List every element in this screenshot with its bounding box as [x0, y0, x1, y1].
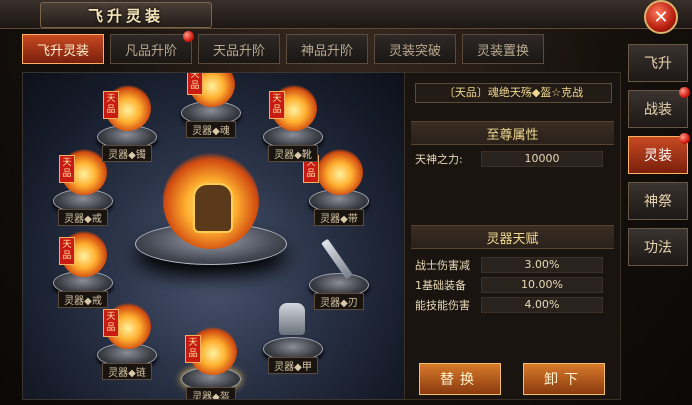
attr-value: 3.00%	[481, 257, 603, 273]
side-menu-gongfa[interactable]: 功法	[628, 228, 688, 266]
talent-row: 战士伤害减 3.00%	[415, 257, 613, 273]
side-menu-shenji[interactable]: 神祭	[628, 182, 688, 220]
slot-belt[interactable]: 灵器◆带 天品	[303, 149, 369, 226]
notification-dot-icon	[679, 87, 690, 98]
tianpin-tag: 天品	[103, 309, 119, 337]
slot-blade[interactable]: 灵器◆刃	[309, 238, 369, 310]
slot-label: 灵器◆甲	[268, 357, 318, 374]
attr-value: 4.00%	[481, 297, 603, 313]
supreme-attribute-row: 天神之力: 10000	[415, 151, 613, 167]
tianpin-tag: 天品	[59, 237, 75, 265]
tab-shenpin-upgrade[interactable]: 神品升阶	[286, 34, 368, 64]
central-helmet-item[interactable]	[163, 153, 259, 249]
attr-key: 1基础装备	[415, 279, 466, 292]
tianpin-tag: 天品	[103, 91, 119, 119]
talent-header: 灵器天赋	[411, 225, 614, 249]
slot-label: 灵器◆刃	[314, 293, 364, 310]
tianpin-tag: 天品	[269, 91, 285, 119]
attr-value: 10.00%	[481, 277, 603, 293]
slot-label: 灵器◆链	[102, 363, 152, 380]
tab-lingzhuang-breakthrough[interactable]: 灵装突破	[374, 34, 456, 64]
slot-label: 灵器◆戒	[58, 291, 108, 308]
tianpin-tag: 天品	[187, 73, 203, 95]
side-menu-zhanzhuang[interactable]: 战装	[628, 87, 690, 128]
side-menu: 飞升 战装 灵装 神祭 功法	[628, 44, 690, 405]
tianpin-tag: 天品	[59, 155, 75, 183]
item-detail-panel: 〔天品〕魂绝天殇◆盔☆克战 至尊属性 天神之力: 10000 灵器天赋 战士伤害…	[404, 72, 621, 400]
item-name: 〔天品〕魂绝天殇◆盔☆克战	[415, 83, 612, 103]
title-bar: 飞升灵装 ✕	[0, 0, 692, 34]
notification-dot-icon	[679, 133, 690, 144]
tab-lingzhuang-replace[interactable]: 灵装置换	[462, 34, 544, 64]
tab-feisheng-lingzhuang[interactable]: 飞升灵装	[22, 34, 104, 64]
window-title: 飞升灵装	[87, 6, 164, 25]
notification-dot-icon	[183, 31, 194, 42]
upgrade-tabs: 飞升灵装 凡品升阶 天品升阶 神品升阶 灵装突破 灵装置换	[22, 31, 544, 64]
tab-fanpin-upgrade[interactable]: 凡品升阶	[110, 31, 194, 64]
supreme-attributes-header: 至尊属性	[411, 121, 614, 145]
slot-label: 灵器◆魂	[186, 121, 236, 138]
slot-ring-upper[interactable]: 灵器◆戒 天品	[53, 149, 113, 226]
unequip-button[interactable]: 卸下	[523, 363, 605, 395]
slot-armor[interactable]: 灵器◆甲	[263, 303, 323, 374]
close-icon[interactable]: ✕	[644, 0, 678, 34]
equipment-scene: 灵器◆镯 天品 灵器◆魂 天品 灵器◆靴 天品 灵器◆戒 天品 灵器◆带 天品 …	[22, 72, 406, 400]
talent-row: 1基础装备 10.00%	[415, 277, 613, 293]
replace-button[interactable]: 替换	[419, 363, 501, 395]
talent-row: 能技能伤害 4.00%	[415, 297, 613, 313]
attr-key: 天神之力:	[415, 153, 463, 166]
side-menu-lingzhuang[interactable]: 灵装	[628, 133, 690, 174]
slot-label: 灵器◆靴	[268, 145, 318, 162]
slot-label: 灵器◆戒	[58, 209, 108, 226]
tab-tianpin-upgrade[interactable]: 天品升阶	[198, 34, 280, 64]
attr-key: 能技能伤害	[415, 299, 470, 312]
game-window: 飞升灵装 ✕ 飞升灵装 凡品升阶 天品升阶 神品升阶 灵装突破 灵装置换 灵器◆…	[0, 0, 692, 405]
slot-soul[interactable]: 灵器◆魂 天品	[181, 73, 241, 138]
slot-helmet[interactable]: 灵器◆盔 天品	[181, 327, 241, 399]
slot-boots[interactable]: 灵器◆靴 天品	[263, 85, 323, 162]
slot-chain[interactable]: 灵器◆链 天品	[97, 303, 157, 380]
tianpin-tag: 天品	[185, 335, 201, 363]
side-menu-feisheng[interactable]: 飞升	[628, 44, 688, 82]
window-title-plate: 飞升灵装	[40, 2, 212, 28]
attr-key: 战士伤害减	[415, 259, 470, 272]
slot-label: 灵器◆盔	[186, 387, 236, 399]
slot-label: 灵器◆镯	[102, 145, 152, 162]
armor-icon	[279, 303, 305, 335]
attr-value: 10000	[481, 151, 603, 167]
slot-bracelet[interactable]: 灵器◆镯 天品	[97, 85, 157, 162]
slot-label: 灵器◆带	[314, 209, 364, 226]
slot-ring-lower[interactable]: 灵器◆戒 天品	[53, 231, 113, 308]
